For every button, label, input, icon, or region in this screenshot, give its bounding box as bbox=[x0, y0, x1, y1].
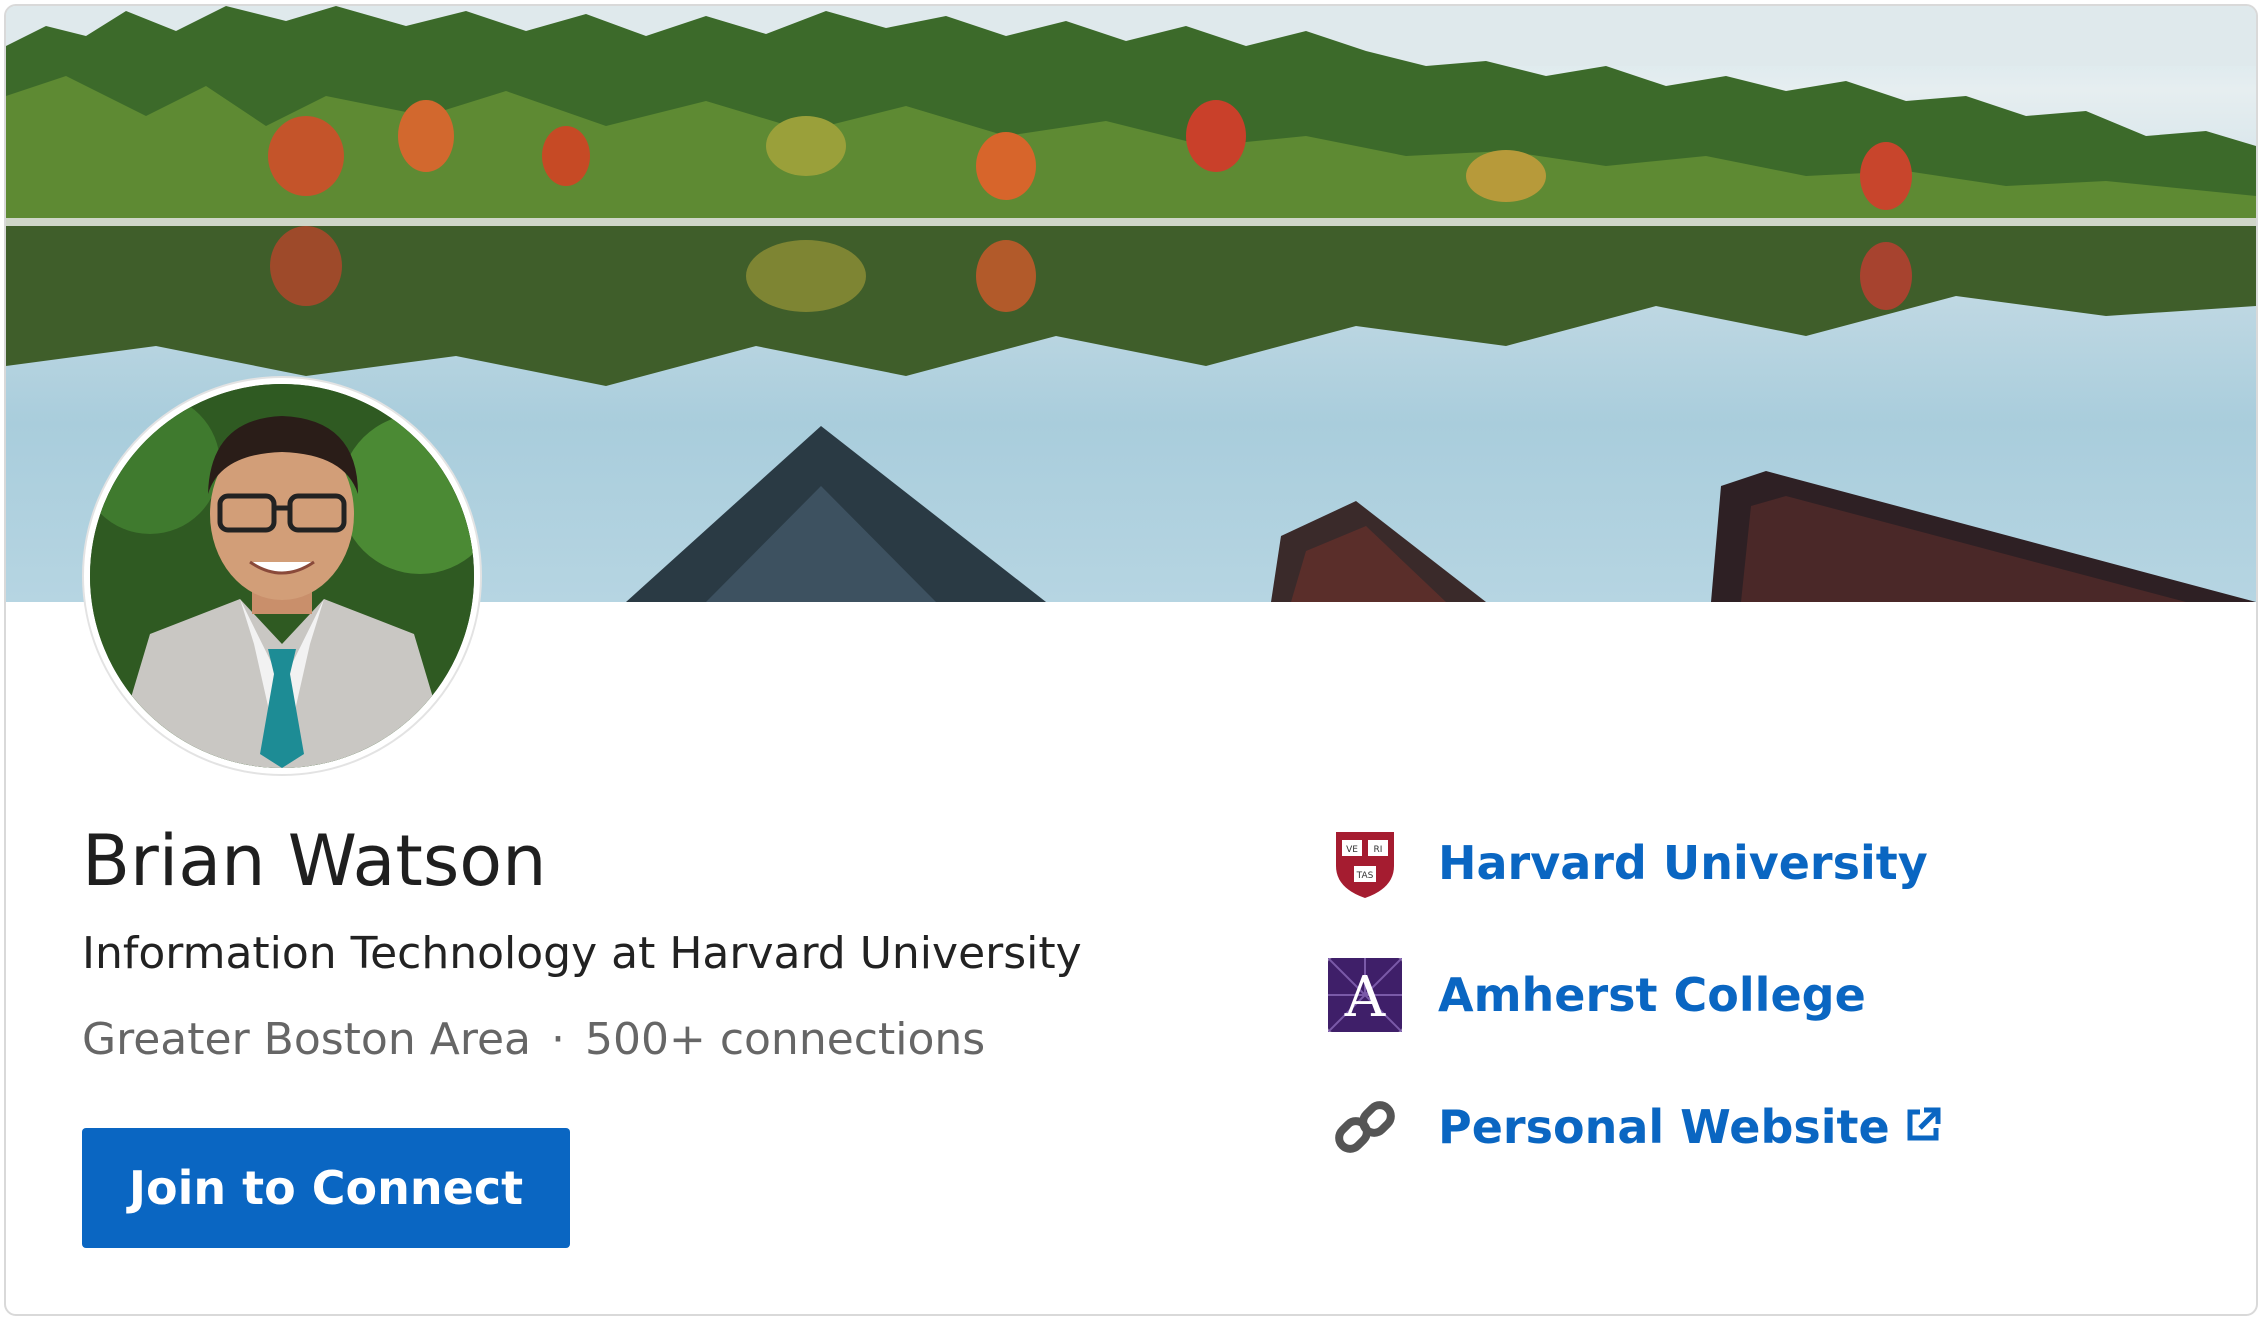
external-link-icon bbox=[1904, 1106, 1942, 1148]
link-label[interactable]: Amherst College bbox=[1438, 972, 1866, 1018]
profile-name: Brian Watson bbox=[82, 820, 547, 902]
svg-text:VE: VE bbox=[1346, 845, 1358, 855]
link-chain-icon bbox=[1328, 1090, 1402, 1164]
link-label[interactable]: Personal Website bbox=[1438, 1104, 1890, 1150]
profile-location: Greater Boston Area bbox=[82, 1014, 531, 1065]
profile-headline: Information Technology at Harvard Univer… bbox=[82, 928, 1082, 979]
profile-card: Brian Watson Information Technology at H… bbox=[4, 4, 2258, 1316]
svg-text:TAS: TAS bbox=[1356, 871, 1374, 881]
link-harvard[interactable]: VE RI TAS Harvard University bbox=[1328, 826, 2028, 900]
profile-connections: 500+ connections bbox=[584, 1014, 986, 1065]
link-personal-website[interactable]: Personal Website bbox=[1328, 1090, 2028, 1164]
harvard-shield-icon: VE RI TAS bbox=[1328, 826, 1402, 900]
svg-text:RI: RI bbox=[1374, 845, 1383, 855]
svg-text:A: A bbox=[1344, 965, 1386, 1030]
link-amherst[interactable]: A Amherst College bbox=[1327, 957, 2028, 1033]
profile-avatar bbox=[84, 378, 480, 774]
link-label[interactable]: Harvard University bbox=[1438, 840, 1928, 886]
amherst-logo-icon: A bbox=[1327, 957, 1403, 1033]
meta-separator: · bbox=[550, 1014, 565, 1065]
join-to-connect-button[interactable]: Join to Connect bbox=[82, 1128, 570, 1248]
profile-meta: Greater Boston Area · 500+ connections bbox=[82, 1018, 985, 1062]
